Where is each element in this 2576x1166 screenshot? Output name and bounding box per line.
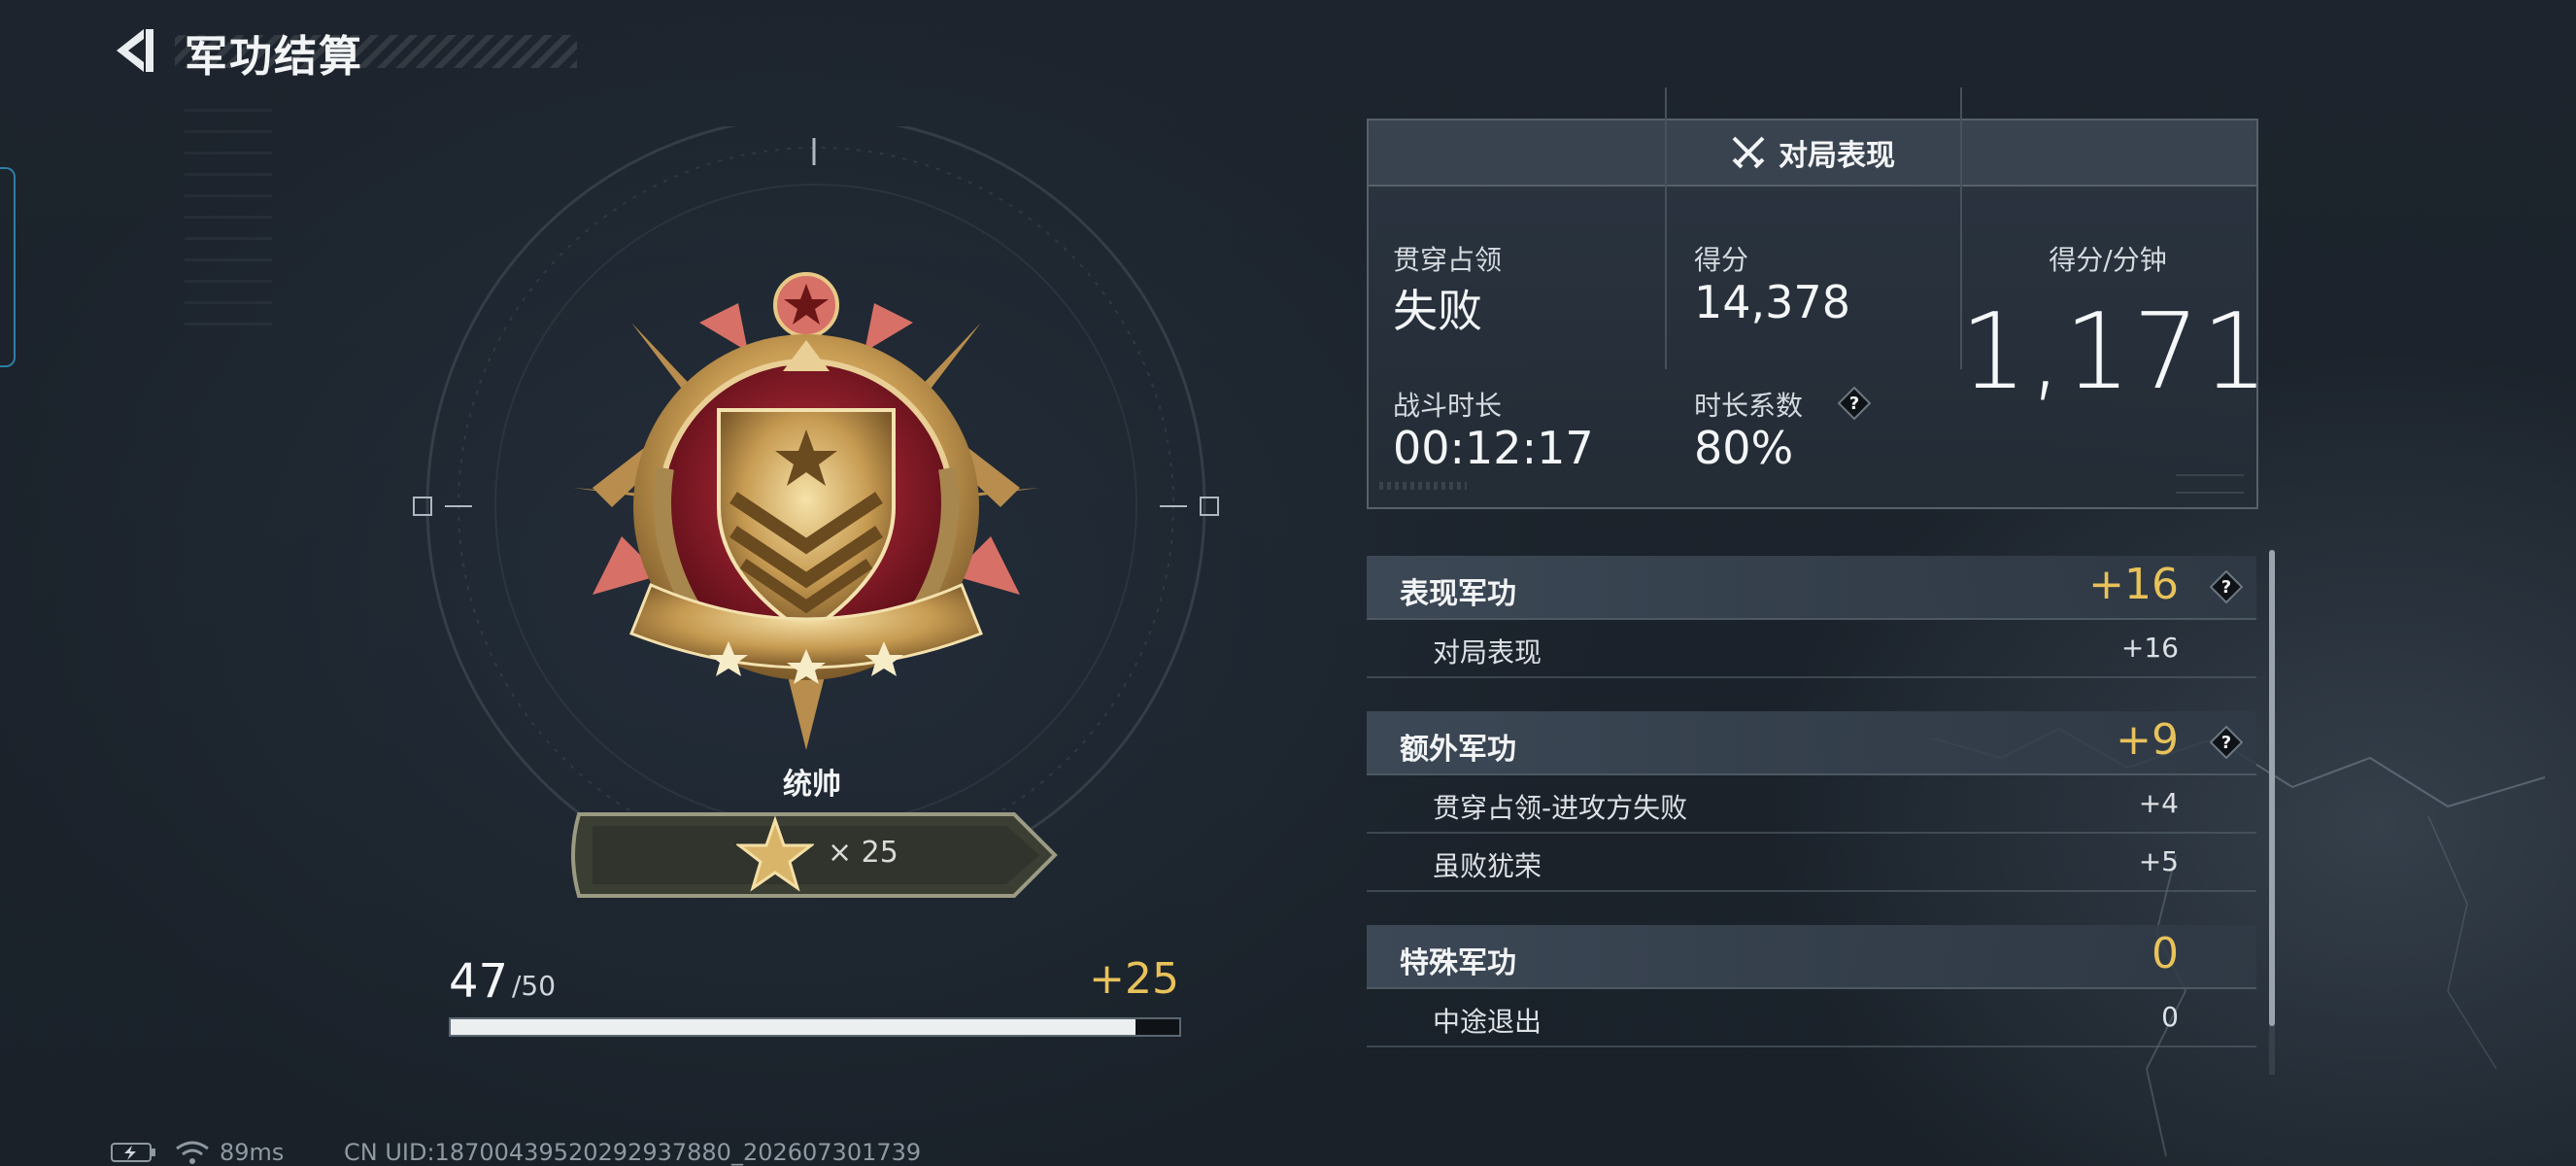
merit-progress-bar	[449, 1017, 1181, 1037]
merit-row-label: 虽败犹荣	[1433, 850, 1542, 882]
merit-row-value: +4	[2138, 787, 2179, 819]
merit-section-total: +9	[2116, 715, 2179, 765]
duration-coefficient-value: 80%	[1694, 422, 1794, 474]
score-per-minute-value: 1,171	[1960, 292, 2271, 413]
merit-section-spacer	[1367, 892, 2256, 925]
merit-progress-gain: +25	[1089, 954, 1179, 1004]
mode-result: 失败	[1393, 285, 1482, 337]
merit-list-scrollbar[interactable]	[2269, 550, 2275, 1075]
duration-value: 00:12:17	[1393, 422, 1594, 474]
merit-row: 贯穿占领-进攻方失败 +4	[1367, 775, 2256, 834]
duration-coefficient-label: 时长系数	[1694, 390, 1804, 422]
merit-section-title: 表现军功	[1400, 577, 1516, 611]
merit-row-label: 贯穿占领-进攻方失败	[1433, 792, 1688, 824]
merit-section-spacer	[1367, 678, 2256, 711]
merit-row: 中途退出 0	[1367, 989, 2256, 1047]
merit-row: 虽败犹荣 +5	[1367, 834, 2256, 892]
score-label: 得分	[1694, 244, 1749, 276]
help-icon[interactable]: ?	[2210, 726, 2243, 759]
back-arrow-icon[interactable]	[109, 25, 159, 76]
battle-merit-settlement-screen: 军功结算 统帅 × 25 47 /50 +25 对局表现 贯穿占领 失败 得分 …	[0, 0, 2576, 1166]
stars-count: × 25	[828, 836, 898, 870]
match-performance-title: 对局表现	[1779, 139, 1895, 173]
merit-progress-current: 47	[449, 954, 509, 1009]
merit-breakdown-list[interactable]: 表现军功 +16? 对局表现 +16 额外军功 +9? 贯穿占领-进攻方失败 +4 虽败犹荣 +5…	[1367, 556, 2256, 1047]
page-title: 军功结算	[185, 32, 363, 82]
ping-readout: 89ms	[220, 1139, 285, 1166]
mode-label: 贯穿占领	[1393, 244, 1503, 276]
merit-section-title: 特殊军功	[1400, 946, 1516, 980]
merit-progress-fill	[451, 1019, 1135, 1035]
score-per-minute-label: 得分/分钟	[2049, 244, 2167, 276]
user-uid: CN UID:18700439520292937880_202607301739	[344, 1139, 922, 1166]
side-drawer-tab[interactable]	[0, 167, 16, 367]
svg-text:?: ?	[2221, 577, 2231, 598]
merit-section-total: +16	[2088, 560, 2179, 609]
merit-row-value: 0	[2161, 1001, 2179, 1033]
duration-label: 战斗时长	[1393, 390, 1503, 422]
crossed-swords-icon	[1732, 136, 1765, 169]
match-performance-header: 对局表现	[1369, 120, 2256, 187]
help-icon[interactable]: ?	[1838, 387, 1871, 420]
panel-footer-decoration	[1379, 482, 1467, 490]
merit-section-header: 额外军功 +9?	[1367, 711, 2256, 775]
svg-text:?: ?	[1849, 394, 1859, 414]
help-icon[interactable]: ?	[2210, 570, 2243, 603]
merit-row-value: +5	[2138, 845, 2179, 877]
merit-section-title: 额外军功	[1400, 733, 1516, 767]
merit-row-label: 中途退出	[1433, 1006, 1542, 1038]
column-divider	[1665, 87, 1667, 369]
faint-background-text	[185, 109, 272, 332]
svg-text:?: ?	[2221, 733, 2231, 753]
merit-section-header: 表现军功 +16?	[1367, 556, 2256, 620]
score-value: 14,378	[1694, 276, 1850, 328]
merit-progress-max: /50	[512, 970, 557, 1002]
rank-name: 统帅	[783, 768, 841, 802]
scrollbar-thumb[interactable]	[2269, 550, 2275, 1026]
merit-section-total: 0	[2152, 929, 2179, 978]
merit-row-label: 对局表现	[1433, 636, 1542, 669]
battery-charging-icon	[111, 1143, 155, 1162]
merit-row-value: +16	[2120, 632, 2179, 664]
wifi-icon	[176, 1141, 209, 1164]
merit-section-header: 特殊军功 0	[1367, 925, 2256, 989]
star-icon	[736, 816, 814, 892]
panel-corner-decoration	[2176, 474, 2244, 494]
rank-medal-icon	[573, 272, 1039, 750]
merit-row: 对局表现 +16	[1367, 620, 2256, 678]
